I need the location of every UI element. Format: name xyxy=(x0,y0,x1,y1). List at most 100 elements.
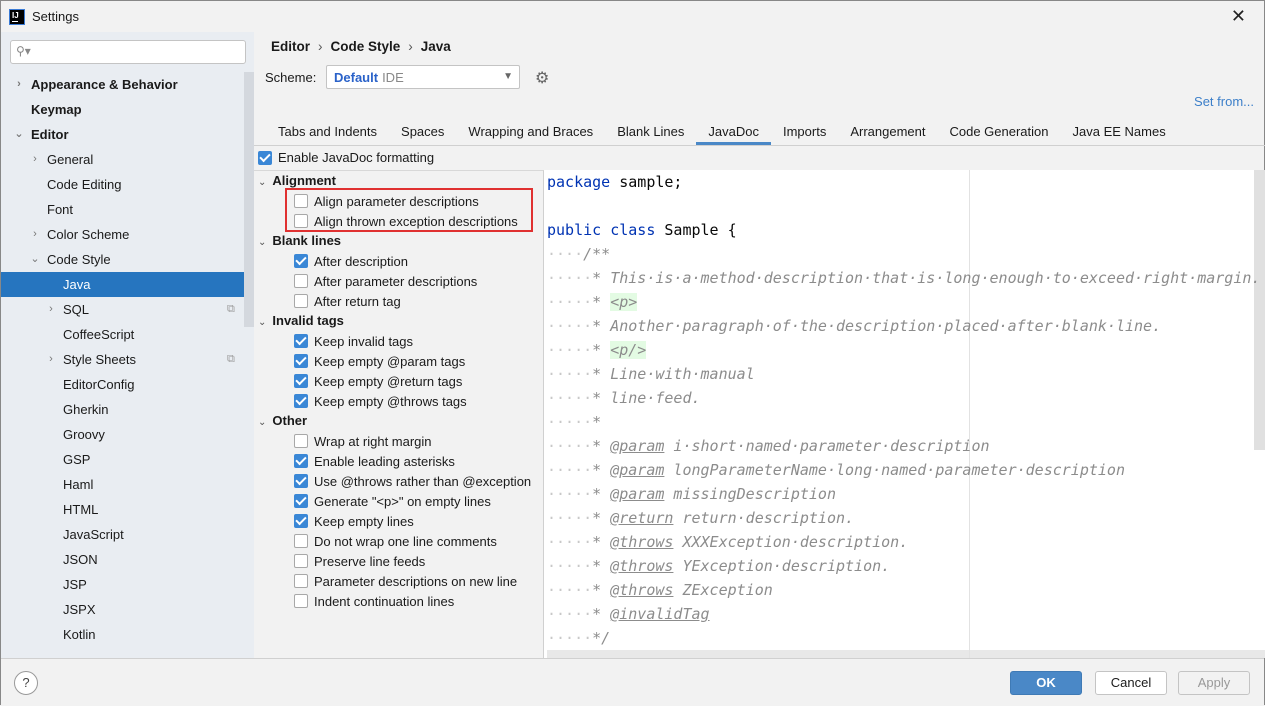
option-label: Preserve line feeds xyxy=(314,553,426,569)
sidebar-item[interactable]: Code Editing xyxy=(1,172,244,197)
option-checkbox[interactable]: Keep empty @throws tags xyxy=(254,391,543,411)
sidebar-item[interactable]: Font xyxy=(1,197,244,222)
sidebar-item[interactable]: JavaScript xyxy=(1,522,244,547)
code-line: ·····* <p> xyxy=(544,290,1265,314)
checkbox[interactable] xyxy=(294,274,308,288)
option-checkbox[interactable]: Use @throws rather than @exception xyxy=(254,471,543,491)
tab-blank-lines[interactable]: Blank Lines xyxy=(605,118,696,145)
checkbox[interactable] xyxy=(294,494,308,508)
option-group-header[interactable]: ⌄ Other xyxy=(254,411,543,431)
sidebar-item[interactable]: JSP xyxy=(1,572,244,597)
option-checkbox[interactable]: After return tag xyxy=(254,291,543,311)
checkbox[interactable] xyxy=(258,150,272,165)
checkbox[interactable] xyxy=(294,374,308,388)
chevron-right-icon[interactable]: › xyxy=(29,147,41,172)
sidebar-item[interactable]: › Style Sheets ⧉ xyxy=(1,347,244,372)
code-token: @param xyxy=(610,461,665,479)
checkbox[interactable] xyxy=(294,354,308,368)
option-checkbox[interactable]: After description xyxy=(254,251,543,271)
chevron-right-icon[interactable]: › xyxy=(29,222,41,247)
search-input[interactable]: ⚲▾ xyxy=(10,40,246,64)
sidebar-item[interactable]: Groovy xyxy=(1,422,244,447)
option-checkbox[interactable]: Keep empty @param tags xyxy=(254,351,543,371)
checkbox[interactable] xyxy=(294,434,308,448)
tab-tabs-and-indents[interactable]: Tabs and Indents xyxy=(266,118,389,145)
sidebar-item[interactable]: Haml xyxy=(1,472,244,497)
cancel-button[interactable]: Cancel xyxy=(1095,671,1167,695)
apply-button[interactable]: Apply xyxy=(1178,671,1250,695)
code-line: ·····* @throws XXXException·description. xyxy=(544,530,1265,554)
code-token: public xyxy=(547,221,602,239)
breadcrumb-item[interactable]: Editor xyxy=(271,39,310,54)
tab-code-generation[interactable]: Code Generation xyxy=(937,118,1060,145)
sidebar-item[interactable]: Gherkin xyxy=(1,397,244,422)
chevron-down-icon[interactable]: ⌄ xyxy=(13,122,25,147)
tab-wrapping-and-braces[interactable]: Wrapping and Braces xyxy=(456,118,605,145)
checkbox[interactable] xyxy=(294,594,308,608)
sidebar-item[interactable]: ⌄ Code Style xyxy=(1,247,244,272)
checkbox[interactable] xyxy=(294,334,308,348)
tab-javadoc[interactable]: JavaDoc xyxy=(696,118,771,145)
checkbox[interactable] xyxy=(294,574,308,588)
option-group-header[interactable]: ⌄ Invalid tags xyxy=(254,311,543,331)
chevron-right-icon[interactable]: › xyxy=(13,72,25,97)
checkbox[interactable] xyxy=(294,514,308,528)
sidebar-item[interactable]: › Color Scheme xyxy=(1,222,244,247)
tab-java-ee-names[interactable]: Java EE Names xyxy=(1061,118,1178,145)
checkbox[interactable] xyxy=(294,534,308,548)
checkbox[interactable] xyxy=(294,474,308,488)
sidebar-item[interactable]: Kotlin xyxy=(1,622,244,647)
close-icon[interactable]: ✕ xyxy=(1231,6,1246,27)
sidebar-item[interactable]: Java xyxy=(1,272,244,297)
checkbox[interactable] xyxy=(294,254,308,268)
checkbox[interactable] xyxy=(294,554,308,568)
option-checkbox[interactable]: Preserve line feeds xyxy=(254,551,543,571)
tab-spaces[interactable]: Spaces xyxy=(389,118,456,145)
option-group-header[interactable]: ⌄ Blank lines xyxy=(254,231,543,251)
sidebar-item[interactable]: GSP xyxy=(1,447,244,472)
option-checkbox[interactable]: After parameter descriptions xyxy=(254,271,543,291)
sidebar-item[interactable]: › General xyxy=(1,147,244,172)
checkbox[interactable] xyxy=(294,294,308,308)
sidebar-item[interactable]: JSPX xyxy=(1,597,244,622)
sidebar-item[interactable]: › SQL ⧉ xyxy=(1,297,244,322)
code-token: class xyxy=(610,221,656,239)
help-button[interactable]: ? xyxy=(14,671,38,695)
sidebar-item[interactable]: ⌄ Editor xyxy=(1,122,244,147)
sidebar-item-label: JavaScript xyxy=(63,527,124,542)
enable-javadoc-checkbox[interactable]: Enable JavaDoc formatting xyxy=(258,150,434,165)
option-checkbox[interactable]: Keep invalid tags xyxy=(254,331,543,351)
sidebar-item[interactable]: CoffeeScript xyxy=(1,322,244,347)
checkbox[interactable] xyxy=(294,394,308,408)
option-label: Use @throws rather than @exception xyxy=(314,473,532,489)
set-from-link[interactable]: Set from... xyxy=(1194,94,1254,109)
chevron-right-icon[interactable]: › xyxy=(45,347,57,372)
sidebar-item[interactable]: › Appearance & Behavior xyxy=(1,72,244,97)
sidebar-item[interactable]: EditorConfig xyxy=(1,372,244,397)
option-checkbox[interactable]: Keep empty lines xyxy=(254,511,543,531)
option-checkbox[interactable]: Enable leading asterisks xyxy=(254,451,543,471)
option-checkbox[interactable]: Parameter descriptions on new line xyxy=(254,571,543,591)
sidebar-item-label: SQL xyxy=(63,302,90,317)
breadcrumb-item[interactable]: Code Style xyxy=(331,39,401,54)
option-group-header[interactable]: ⌄ Alignment xyxy=(254,171,543,191)
sidebar-item-label: Editor xyxy=(31,127,69,142)
sidebar-item[interactable]: HTML xyxy=(1,497,244,522)
option-checkbox[interactable]: Wrap at right margin xyxy=(254,431,543,451)
tab-arrangement[interactable]: Arrangement xyxy=(838,118,937,145)
chevron-right-icon[interactable]: › xyxy=(45,297,57,322)
ok-button[interactable]: OK xyxy=(1010,671,1082,695)
option-checkbox[interactable]: Indent continuation lines xyxy=(254,591,543,611)
option-checkbox[interactable]: Keep empty @return tags xyxy=(254,371,543,391)
scheme-dropdown[interactable]: Default IDE ▼ xyxy=(326,65,520,89)
sidebar-scrollbar[interactable] xyxy=(244,72,254,327)
tab-imports[interactable]: Imports xyxy=(771,118,838,145)
option-checkbox[interactable]: Do not wrap one line comments xyxy=(254,531,543,551)
chevron-down-icon[interactable]: ⌄ xyxy=(29,247,41,272)
option-checkbox[interactable]: Generate "<p>" on empty lines xyxy=(254,491,543,511)
sidebar-item[interactable]: Keymap xyxy=(1,97,244,122)
code-token: @throws xyxy=(610,533,674,551)
sidebar-item[interactable]: JSON xyxy=(1,547,244,572)
gear-icon[interactable]: ⚙ xyxy=(535,68,549,88)
checkbox[interactable] xyxy=(294,454,308,468)
